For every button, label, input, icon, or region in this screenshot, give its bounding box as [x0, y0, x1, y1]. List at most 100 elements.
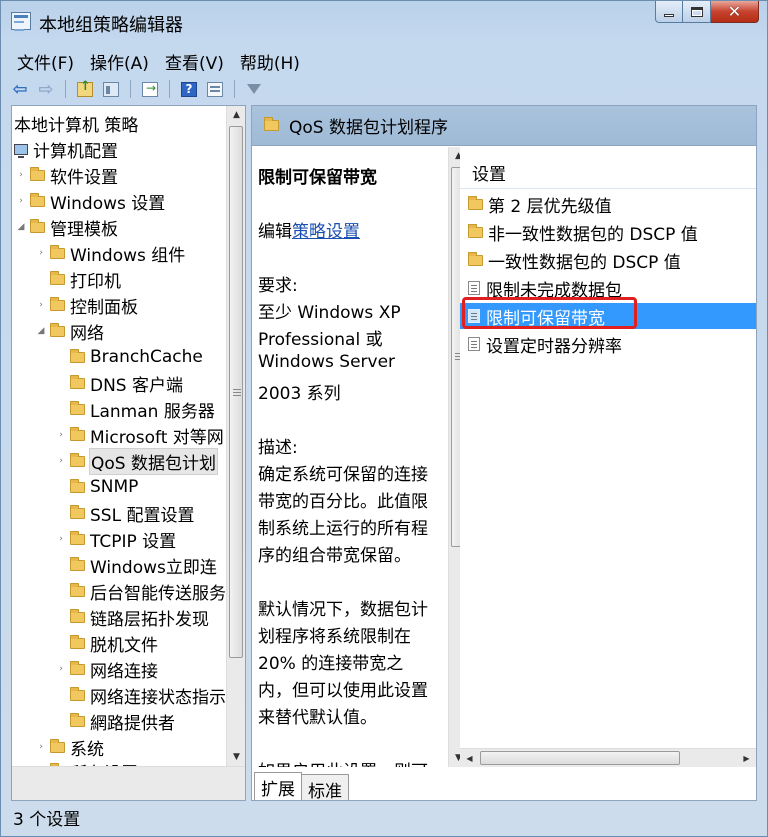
tree-item[interactable]: › 网络连接 — [56, 656, 158, 682]
description-line: 序的组合带宽保留。 — [258, 546, 411, 566]
forward-button[interactable]: ⇨ — [35, 78, 57, 100]
tree-vertical-scrollbar[interactable]: ▲ ▼ — [226, 106, 245, 766]
tree-item-label: BranchCache — [90, 347, 203, 367]
back-button[interactable]: ⇦ — [9, 78, 31, 100]
details-pane: QoS 数据包计划程序 限制可保留带宽 编辑策略设置 要求: 至少 Windows… — [251, 105, 757, 801]
properties-button[interactable] — [204, 78, 226, 100]
description-line: Windows Server — [258, 352, 396, 372]
menu-file[interactable]: 文件(F) — [9, 47, 82, 74]
tree-item-label: 打印机 — [70, 271, 121, 292]
settings-hscroll-thumb[interactable] — [480, 751, 680, 765]
scroll-up-arrow-icon[interactable]: ▲ — [227, 106, 245, 124]
expand-arrow-icon[interactable]: › — [16, 170, 26, 180]
description-line: 带宽的百分比。此值限 — [258, 492, 428, 512]
title-bar[interactable]: 本地组策略编辑器 ✕ — [1, 1, 767, 41]
up-one-level-button[interactable] — [74, 78, 96, 100]
folder-icon — [30, 218, 45, 233]
tree-item[interactable]: ◢ 管理模板 — [16, 214, 118, 240]
settings-horizontal-scrollbar[interactable]: ◀ ▶ — [460, 748, 756, 767]
policy-setting-row[interactable]: 限制未完成数据包 — [460, 275, 756, 301]
settings-folder-row[interactable]: 非一致性数据包的 DSCP 值 — [460, 219, 756, 245]
expand-arrow-icon[interactable]: › — [56, 430, 66, 440]
tree-item[interactable]: › Windows 组件 — [36, 240, 185, 266]
tree-item[interactable]: › 软件设置 — [16, 162, 118, 188]
tree-item[interactable]: › Windows 设置 — [16, 188, 165, 214]
tree-item[interactable]: 本地计算机 策略 — [14, 110, 138, 136]
filter-button[interactable] — [243, 78, 265, 100]
folder-icon — [50, 296, 65, 311]
folder-icon — [50, 244, 65, 259]
description-line: 至少 Windows XP — [258, 303, 401, 323]
tree-item[interactable]: BranchCache — [56, 344, 203, 370]
expand-arrow-icon[interactable]: › — [36, 742, 46, 752]
tree-item[interactable]: 网络连接状态指示 — [56, 682, 226, 708]
close-button[interactable]: ✕ — [711, 1, 759, 23]
policy-setting-icon — [468, 309, 480, 323]
console-tree-icon — [103, 81, 119, 97]
tree-item[interactable]: 链路层拓扑发现 — [56, 604, 209, 630]
show-hide-tree-button[interactable] — [100, 78, 122, 100]
expand-arrow-icon[interactable]: › — [56, 664, 66, 674]
tab-standard[interactable]: 标准 — [301, 774, 349, 800]
column-header-settings[interactable]: 设置 — [460, 163, 756, 189]
tree-item-label: SSL 配置设置 — [90, 505, 195, 526]
tree-item[interactable]: 计算机配置 — [14, 136, 118, 162]
menu-help[interactable]: 帮助(H) — [232, 47, 308, 74]
folder-icon — [30, 166, 45, 181]
menu-action[interactable]: 操作(A) — [82, 47, 157, 74]
tree-scroll-thumb[interactable] — [229, 126, 243, 658]
policy-settings-link[interactable]: 策略设置 — [292, 222, 360, 242]
export-list-button[interactable] — [139, 78, 161, 100]
folder-icon — [468, 223, 483, 238]
tree-item[interactable]: SNMP — [56, 474, 138, 500]
tree-item[interactable]: Windows立即连 — [56, 552, 217, 578]
tree-item-label: 控制面板 — [70, 297, 138, 318]
tree-item[interactable]: › TCPIP 设置 — [56, 526, 176, 552]
tree-item-label: 网络 — [70, 323, 104, 344]
tree-item[interactable]: 后台智能传送服务 — [56, 578, 226, 604]
description-line: 要求: — [258, 276, 298, 296]
tree-item[interactable]: ◢ 网络 — [36, 318, 104, 344]
tree-item[interactable]: SSL 配置设置 — [56, 500, 194, 526]
expand-arrow-icon[interactable]: › — [16, 196, 26, 206]
policy-setting-row[interactable]: 设置定时器分辨率 — [460, 331, 756, 357]
scroll-left-arrow-icon[interactable]: ◀ — [460, 749, 479, 767]
settings-folder-row[interactable]: 第 2 层优先级值 — [460, 191, 756, 217]
tab-extended[interactable]: 扩展 — [254, 772, 302, 800]
expand-arrow-icon[interactable]: › — [56, 534, 66, 544]
minimize-button[interactable] — [655, 1, 683, 23]
tree-item[interactable]: 網路提供者 — [56, 708, 175, 734]
tree-item-label: 網路提供者 — [90, 713, 175, 734]
collapse-arrow-icon[interactable]: ◢ — [16, 222, 26, 232]
tree-item[interactable]: › 系统 — [36, 734, 104, 760]
tree-item[interactable]: › Microsoft 对等网 — [56, 422, 224, 448]
tree-item-label: 管理模板 — [50, 219, 118, 240]
maximize-button[interactable] — [683, 1, 711, 23]
folder-icon — [50, 270, 65, 285]
tree-item[interactable]: 脱机文件 — [56, 630, 158, 656]
collapse-arrow-icon[interactable]: ◢ — [36, 326, 46, 336]
tree-horizontal-scrollbar[interactable] — [12, 766, 245, 800]
view-tabs: 扩展 标准 — [254, 770, 349, 800]
tree-item[interactable]: 所有设置 — [36, 758, 138, 766]
folder-icon — [70, 582, 85, 597]
tree-item[interactable]: 打印机 — [36, 266, 121, 292]
tree-item[interactable]: DNS 客户端 — [56, 370, 183, 396]
help-button[interactable]: ? — [178, 78, 200, 100]
tree-item[interactable]: › 控制面板 — [36, 292, 138, 318]
tree-item[interactable]: › QoS 数据包计划 — [56, 447, 218, 475]
toolbar-separator — [65, 80, 66, 98]
scroll-down-arrow-icon[interactable]: ▼ — [227, 748, 245, 766]
folder-icon — [70, 426, 85, 441]
expand-arrow-icon[interactable]: › — [36, 300, 46, 310]
expand-arrow-icon[interactable]: › — [36, 248, 46, 258]
menu-view[interactable]: 查看(V) — [157, 47, 232, 74]
policy-setting-row[interactable]: 限制可保留带宽 — [460, 303, 756, 329]
tree-item[interactable]: Lanman 服务器 — [56, 396, 215, 422]
extended-description-pane: 限制可保留带宽 编辑策略设置 要求: 至少 Windows XP Professio… — [252, 147, 467, 767]
expand-arrow-icon[interactable]: › — [56, 456, 66, 466]
folder-icon — [264, 117, 279, 131]
scroll-right-arrow-icon[interactable]: ▶ — [737, 749, 756, 767]
settings-folder-row[interactable]: 一致性数据包的 DSCP 值 — [460, 247, 756, 273]
description-title: 限制可保留带宽 — [258, 168, 377, 188]
